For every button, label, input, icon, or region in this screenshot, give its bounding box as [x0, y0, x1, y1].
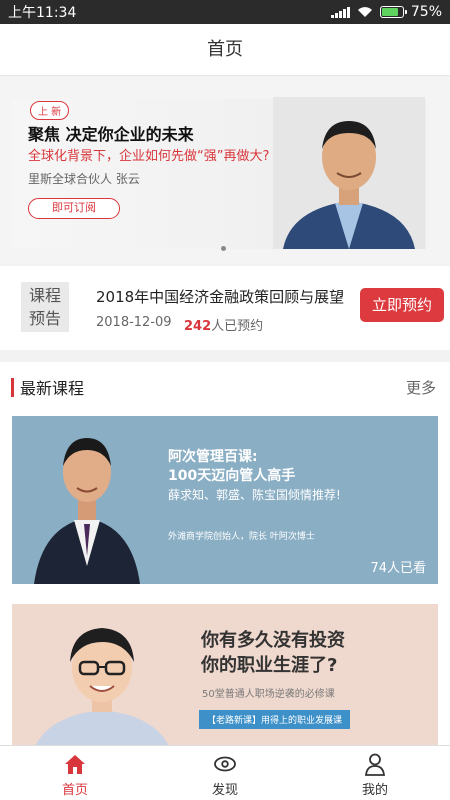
- banner-carousel[interactable]: 上 新 聚焦 决定你企业的未来 全球化背景下，企业如何先做“强”再做大? 里斯全…: [0, 77, 450, 263]
- banner-title: 聚焦 决定你企业的未来: [28, 125, 194, 144]
- signal-icon: [330, 6, 350, 18]
- speaker-portrait: [273, 97, 425, 249]
- tab-mine[interactable]: 我的: [300, 746, 450, 800]
- badge-line: 课程: [28, 286, 61, 305]
- home-icon: [65, 755, 85, 774]
- tab-label: 首页: [61, 783, 88, 798]
- page-title: 首页: [0, 24, 450, 76]
- course-card[interactable]: 你有多久没有投资 你的职业生涯了? 50堂普通人职场逆袭的必修课 【老路新课】用…: [12, 604, 438, 754]
- banner-subtitle: 全球化背景下，企业如何先做“强”再做大?: [28, 149, 270, 164]
- section-title: 最新课程: [20, 379, 85, 398]
- status-time: 上午11:34: [8, 5, 77, 21]
- wifi-icon: [357, 7, 372, 17]
- section-heading: 最新课程: [11, 376, 84, 398]
- new-badge: 上 新: [30, 101, 70, 120]
- instructor-photo: [32, 628, 172, 754]
- course-preview-badge: 课程 预告: [21, 282, 69, 332]
- tab-label: 发现: [211, 783, 238, 798]
- preview-title: 2018年中国经济金融政策回顾与展望: [96, 288, 345, 306]
- reservation-number: 242: [184, 319, 212, 334]
- battery-icon: [379, 6, 407, 18]
- more-link[interactable]: 更多: [406, 377, 436, 398]
- course-tag: 【老路新课】用得上的职业发展课: [199, 710, 351, 729]
- course-preview-row[interactable]: 课程 预告 2018年中国经济金融政策回顾与展望 2018-12-09 242人…: [0, 266, 450, 350]
- reservation-suffix: 人已预约: [211, 319, 264, 334]
- badge-line: 预告: [28, 309, 61, 328]
- bottom-tab-bar: 首页 发现 我的: [0, 745, 450, 800]
- tab-home[interactable]: 首页: [0, 746, 150, 800]
- course-headline: 你的职业生涯了?: [201, 655, 338, 676]
- instructor-photo: [34, 438, 140, 584]
- carousel-dot: [221, 246, 226, 251]
- eye-icon: [214, 756, 236, 772]
- course-recommenders: 薛求知、郭盛、陈宝国倾情推荐!: [168, 488, 341, 502]
- tab-discover[interactable]: 发现: [150, 746, 300, 800]
- course-headline: 你有多久没有投资: [201, 630, 345, 651]
- preview-date: 2018-12-09: [96, 315, 172, 330]
- person-icon: [364, 753, 386, 776]
- status-bar: 上午11:34 75%: [0, 0, 450, 24]
- section-accent-bar: [11, 377, 14, 397]
- course-instructor: 外滩商学院创始人，院长 叶阿次博士: [168, 532, 315, 542]
- tab-label: 我的: [361, 783, 388, 798]
- course-headline: 阿次管理百课:: [168, 449, 258, 465]
- reservation-count: 242人已预约: [184, 315, 263, 334]
- latest-courses-section: 最新课程 更多 阿次管理百课: 100天迈向管人高手 薛求知、郭盛、陈宝国倾情推…: [0, 362, 450, 800]
- subscribe-button[interactable]: 即可订阅: [28, 198, 120, 219]
- view-count: 74人已看: [370, 561, 426, 576]
- carousel-indicator: [221, 246, 226, 251]
- course-card[interactable]: 阿次管理百课: 100天迈向管人高手 薛求知、郭盛、陈宝国倾情推荐! 外滩商学院…: [12, 416, 438, 584]
- battery-percent: 75%: [410, 4, 442, 20]
- banner-author: 里斯全球合伙人 张云: [28, 172, 140, 186]
- course-subtitle: 50堂普通人职场逆袭的必修课: [202, 689, 335, 700]
- reserve-button[interactable]: 立即预约: [360, 288, 444, 322]
- course-headline: 100天迈向管人高手: [168, 468, 296, 484]
